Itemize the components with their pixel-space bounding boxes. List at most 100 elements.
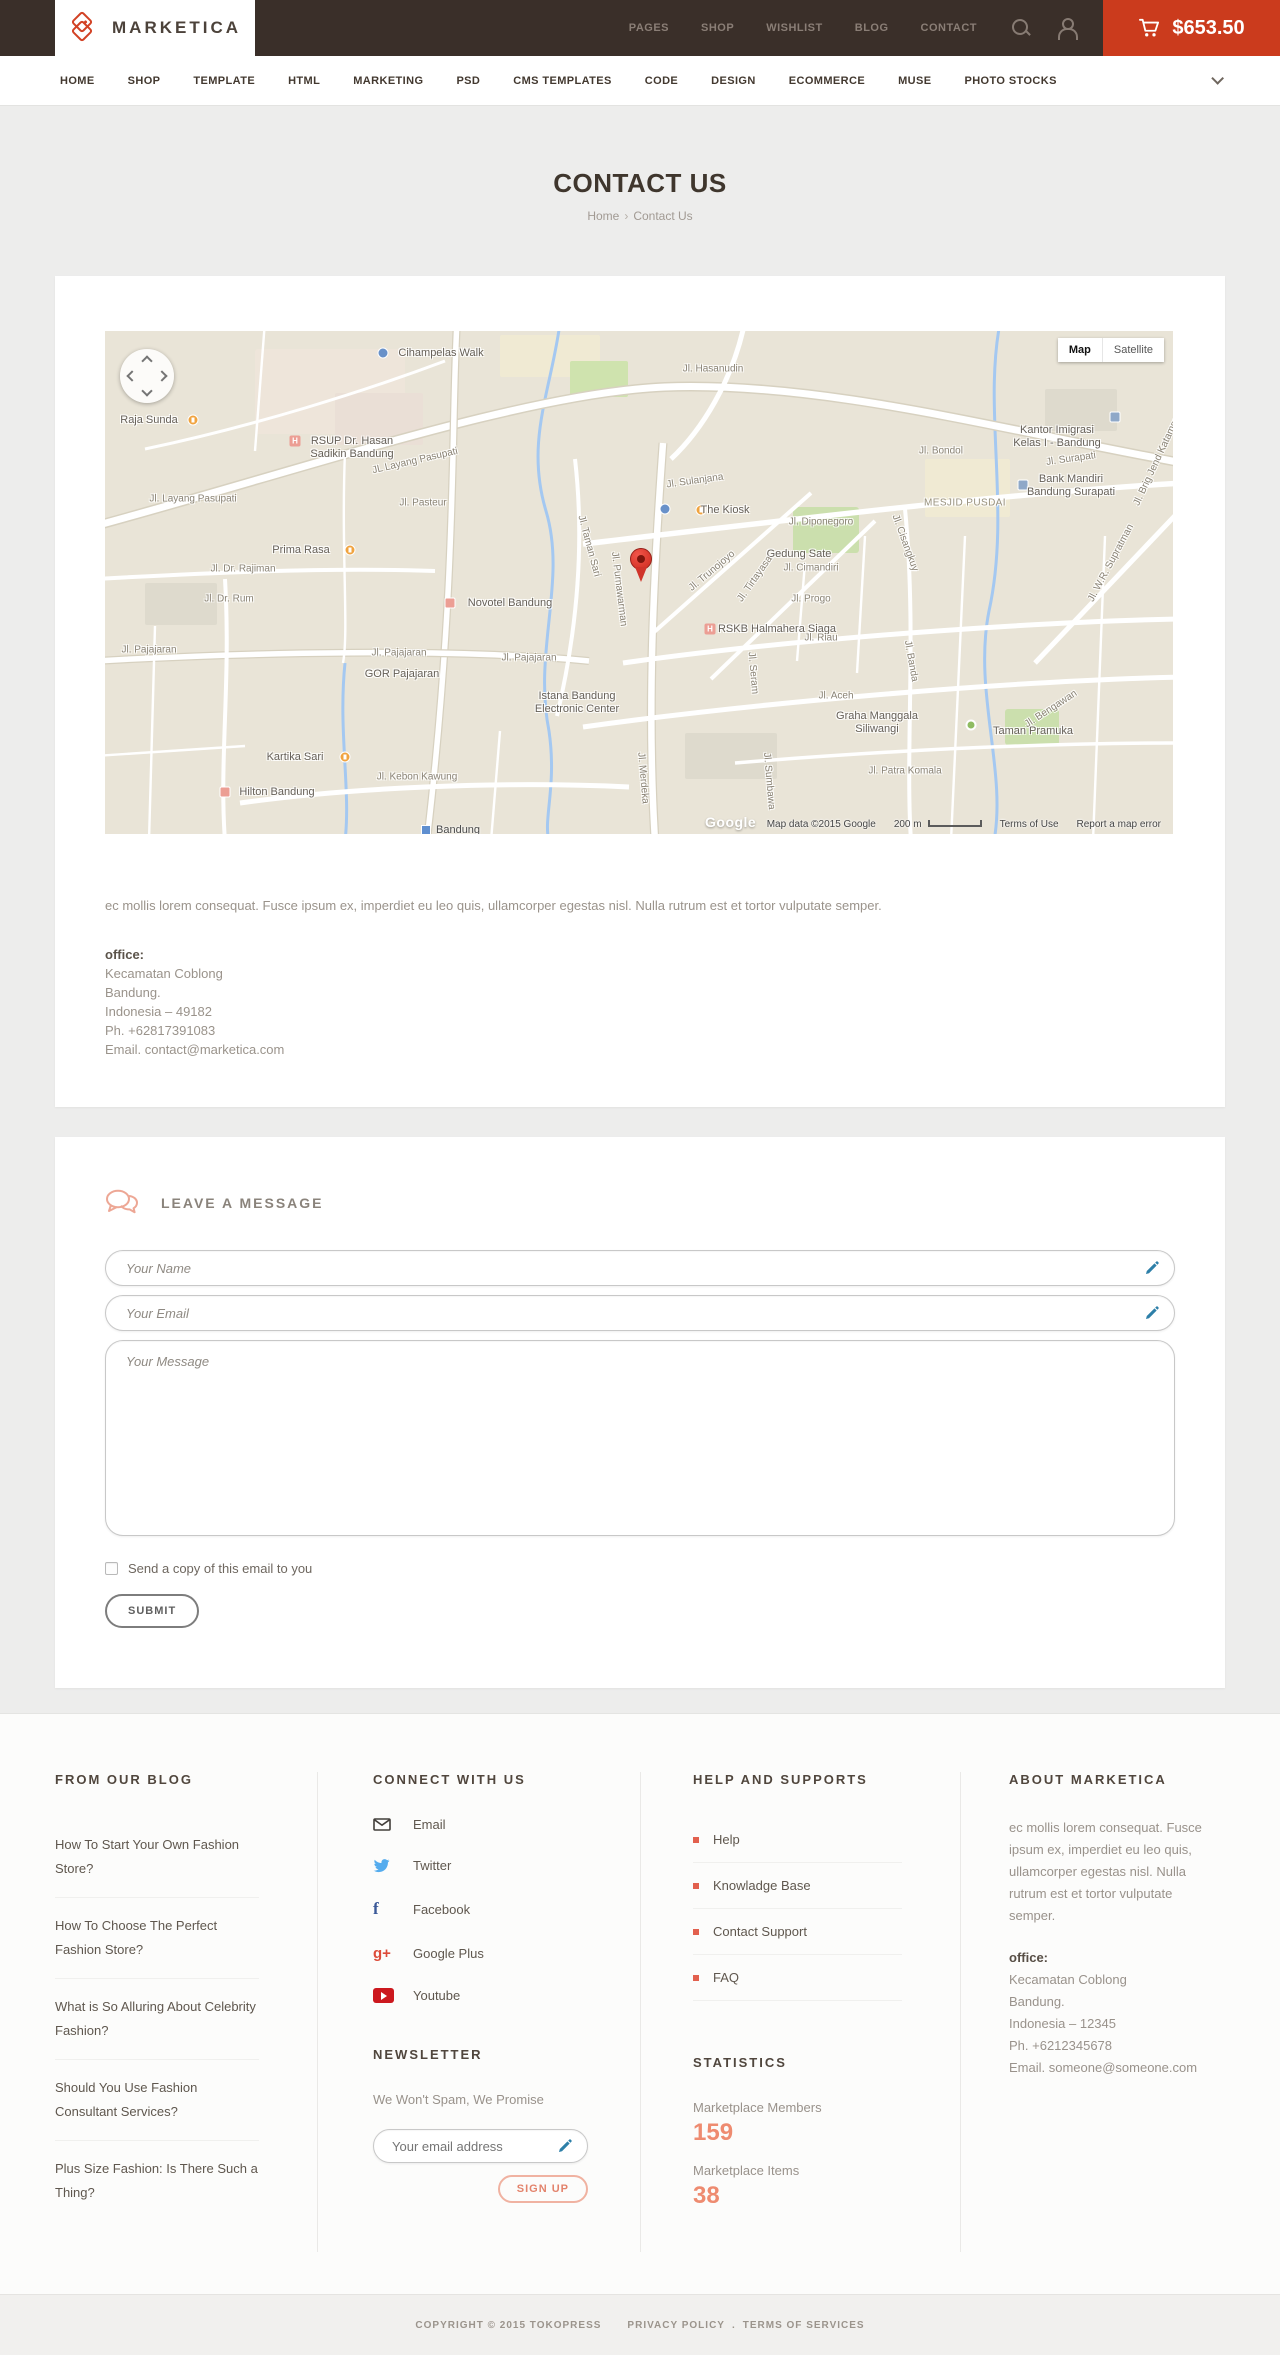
- send-copy-label: Send a copy of this email to you: [128, 1561, 313, 1576]
- brand-logo[interactable]: MARKETICA: [55, 0, 255, 56]
- social-link-googleplus[interactable]: g+ Google Plus: [373, 1945, 590, 1962]
- map-poi-label[interactable]: Kelas I - Bandung: [1013, 437, 1100, 449]
- report-map-error-link[interactable]: Report a map error: [1077, 819, 1161, 830]
- copyright-text: COPYRIGHT © 2015 TOKOPRESS: [415, 2319, 602, 2331]
- map-poi-label[interactable]: Kantor Imigrasi: [1020, 424, 1094, 436]
- pan-up-arrow-icon[interactable]: [141, 355, 153, 367]
- map-poi-label[interactable]: Electronic Center: [535, 703, 619, 715]
- map-marker-pin[interactable]: [629, 548, 653, 584]
- map-poi-label[interactable]: Hilton Bandung: [239, 786, 314, 798]
- office-line: Ph. +62817391083: [105, 1023, 216, 1038]
- submit-button[interactable]: SUBMIT: [105, 1594, 200, 1628]
- blog-post-link[interactable]: Should You Use Fashion Consultant Servic…: [55, 2059, 259, 2140]
- pan-down-arrow-icon[interactable]: [141, 385, 153, 397]
- breadcrumb-home[interactable]: Home: [587, 209, 619, 223]
- catnav-html[interactable]: HTML: [288, 75, 320, 87]
- help-link[interactable]: FAQ: [693, 1955, 902, 2001]
- map-area-label: MESJID PUSDAI: [924, 497, 1006, 509]
- map-poi-label[interactable]: Raja Sunda: [120, 414, 178, 426]
- top-nav-shop[interactable]: SHOP: [701, 22, 734, 34]
- catnav-code[interactable]: CODE: [645, 75, 678, 87]
- map-poi-label[interactable]: Bank Mandiri: [1039, 473, 1103, 485]
- social-link-facebook[interactable]: f Facebook: [373, 1899, 590, 1919]
- map-pan-control[interactable]: [120, 349, 174, 403]
- user-account-icon[interactable]: [1057, 18, 1078, 40]
- stat-value: 159: [693, 2119, 734, 2146]
- blog-post-link[interactable]: What is So Alluring About Celebrity Fash…: [55, 1978, 259, 2059]
- catnav-design[interactable]: DESIGN: [711, 75, 756, 87]
- blog-post-link[interactable]: Plus Size Fashion: Is There Such a Thing…: [55, 2140, 259, 2221]
- map-street-label: Jl. Riau: [804, 632, 838, 644]
- message-textarea[interactable]: [105, 1340, 1175, 1536]
- pan-right-arrow-icon[interactable]: [156, 370, 168, 382]
- catnav-template[interactable]: TEMPLATE: [193, 75, 255, 87]
- catnav-home[interactable]: HOME: [60, 75, 95, 87]
- top-nav-contact[interactable]: CONTACT: [921, 22, 977, 34]
- map-poi-label[interactable]: GOR Pajajaran: [365, 668, 440, 680]
- footer-blog-title: FROM OUR BLOG: [55, 1772, 193, 1787]
- map-attribution: Map data ©2015 Google 200 m Terms of Use…: [767, 819, 1161, 830]
- terms-of-services-link[interactable]: TERMS OF SERVICES: [743, 2320, 865, 2331]
- hospital-poi-icon: H: [704, 623, 716, 635]
- top-nav-wishlist[interactable]: WISHLIST: [766, 22, 823, 34]
- send-copy-checkbox[interactable]: [105, 1562, 118, 1575]
- pan-left-arrow-icon[interactable]: [126, 370, 138, 382]
- chevron-down-icon[interactable]: [1211, 72, 1224, 85]
- map-poi-label[interactable]: Sadikin Bandung: [310, 448, 393, 460]
- catnav-marketing[interactable]: MARKETING: [353, 75, 423, 87]
- top-nav-pages[interactable]: PAGES: [629, 22, 669, 34]
- cart-button[interactable]: $653.50: [1103, 0, 1280, 56]
- catnav-shop[interactable]: SHOP: [128, 75, 161, 87]
- map-poi-label[interactable]: Prima Rasa: [272, 544, 329, 556]
- government-poi-icon: [1109, 411, 1121, 423]
- page-title: CONTACT US: [553, 168, 727, 198]
- map-poi-label[interactable]: Cihampelas Walk: [398, 347, 483, 359]
- breadcrumb: Home › Contact Us: [0, 209, 1280, 223]
- help-link[interactable]: Contact Support: [693, 1909, 902, 1955]
- social-link-twitter[interactable]: Twitter: [373, 1858, 590, 1873]
- footer-help-column: HELP AND SUPPORTS Help Knowladge Base Co…: [641, 1772, 961, 2252]
- map-view-button[interactable]: Map: [1057, 338, 1103, 362]
- footer-connect-column: CONNECT WITH US Email Twitter f Facebook…: [318, 1772, 641, 2252]
- map-poi-label[interactable]: Bandung Surapati: [1027, 486, 1115, 498]
- social-link-email[interactable]: Email: [373, 1817, 590, 1832]
- catnav-muse[interactable]: MUSE: [898, 75, 931, 87]
- satellite-view-button[interactable]: Satellite: [1102, 338, 1164, 362]
- social-link-youtube[interactable]: Youtube: [373, 1988, 590, 2003]
- google-watermark: Google: [705, 814, 757, 830]
- pen-icon: [559, 2139, 572, 2152]
- privacy-policy-link[interactable]: PRIVACY POLICY: [627, 2320, 725, 2331]
- blog-post-link[interactable]: How To Choose The Perfect Fashion Store?: [55, 1897, 259, 1978]
- pen-icon: [1146, 1306, 1159, 1319]
- map-poi-label[interactable]: Istana Bandung: [538, 690, 615, 702]
- map-poi-label[interactable]: Gedung Sate: [767, 548, 832, 560]
- footer-help-title: HELP AND SUPPORTS: [693, 1772, 868, 1787]
- statistics-title: STATISTICS: [693, 2055, 787, 2070]
- map-poi-label[interactable]: Novotel Bandung: [468, 597, 552, 609]
- top-nav-blog[interactable]: BLOG: [855, 22, 889, 34]
- map-canvas[interactable]: H H Cihampelas Walk Jl. Hasanudin Raja S…: [105, 331, 1173, 834]
- newsletter-email-input[interactable]: [373, 2129, 588, 2163]
- map-poi-label[interactable]: Kartika Sari: [267, 751, 324, 763]
- breadcrumb-separator: ›: [624, 209, 629, 223]
- help-link[interactable]: Knowladge Base: [693, 1863, 902, 1909]
- map-poi-label[interactable]: RSUP Dr. Hasan: [311, 435, 393, 447]
- catnav-psd[interactable]: PSD: [456, 75, 480, 87]
- catnav-photo-stocks[interactable]: PHOTO STOCKS: [964, 75, 1056, 87]
- name-input[interactable]: [105, 1250, 1175, 1286]
- email-input[interactable]: [105, 1295, 1175, 1331]
- blog-post-link[interactable]: How To Start Your Own Fashion Store?: [55, 1817, 259, 1897]
- catnav-ecommerce[interactable]: ECOMMERCE: [789, 75, 865, 87]
- catnav-cms-templates[interactable]: CMS TEMPLATES: [513, 75, 612, 87]
- twitter-icon: [373, 1858, 395, 1873]
- contact-intro-text: ec mollis lorem consequat. Fusce ipsum e…: [105, 898, 882, 913]
- signup-button[interactable]: SIGN UP: [497, 2175, 588, 2203]
- email-icon: [373, 1818, 395, 1831]
- search-icon[interactable]: [1011, 18, 1031, 38]
- map-poi-label[interactable]: Siliwangi: [855, 723, 898, 735]
- terms-of-use-link[interactable]: Terms of Use: [1000, 819, 1059, 830]
- map-poi-label[interactable]: The Kiosk: [701, 504, 750, 516]
- bullet-icon: [693, 1882, 699, 1889]
- help-link[interactable]: Help: [693, 1817, 902, 1863]
- map-poi-label[interactable]: Graha Manggala: [836, 710, 918, 722]
